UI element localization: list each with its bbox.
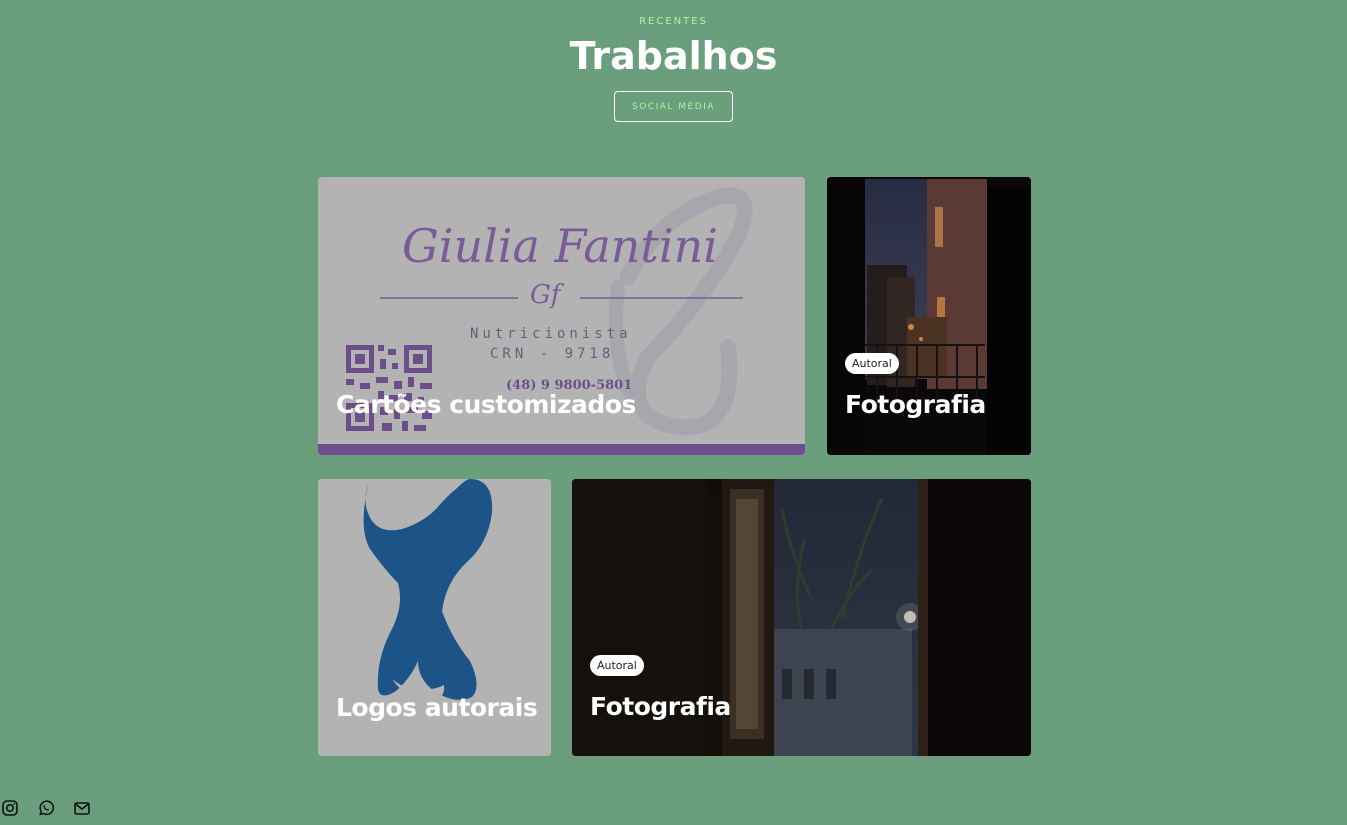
card-fotografia-window[interactable]: Autoral Fotografia [572, 479, 1031, 756]
eyebrow-label: RECENTES [639, 16, 708, 27]
whatsapp-icon[interactable] [37, 799, 55, 817]
card-title: Logos autorais [336, 693, 538, 722]
page-title: Trabalhos [569, 34, 778, 78]
social-media-filter-button[interactable]: SOCIAL MEDIA [614, 91, 733, 122]
business-card-monogram: Gf [530, 280, 561, 310]
business-card-role: Nutricionista [470, 326, 632, 342]
card-title: Cartões customizados [336, 390, 636, 419]
tag-autoral: Autoral [845, 353, 899, 374]
business-card-crn: CRN - 9718 [490, 346, 615, 362]
instagram-icon[interactable] [1, 799, 19, 817]
card-title: Fotografia [590, 692, 731, 721]
card-fotografia-balcony[interactable]: Autoral Fotografia [827, 177, 1031, 455]
tag-autoral: Autoral [590, 655, 644, 676]
card-cartoes-customizados[interactable]: Giulia Fantini Gf Nutricionista CRN - 97… [318, 177, 805, 455]
mail-icon[interactable] [73, 799, 91, 817]
card-title: Fotografia [845, 390, 986, 419]
business-card-name: Giulia Fantini [402, 219, 718, 273]
card-logos-autorais[interactable]: Logos autorais [318, 479, 551, 756]
